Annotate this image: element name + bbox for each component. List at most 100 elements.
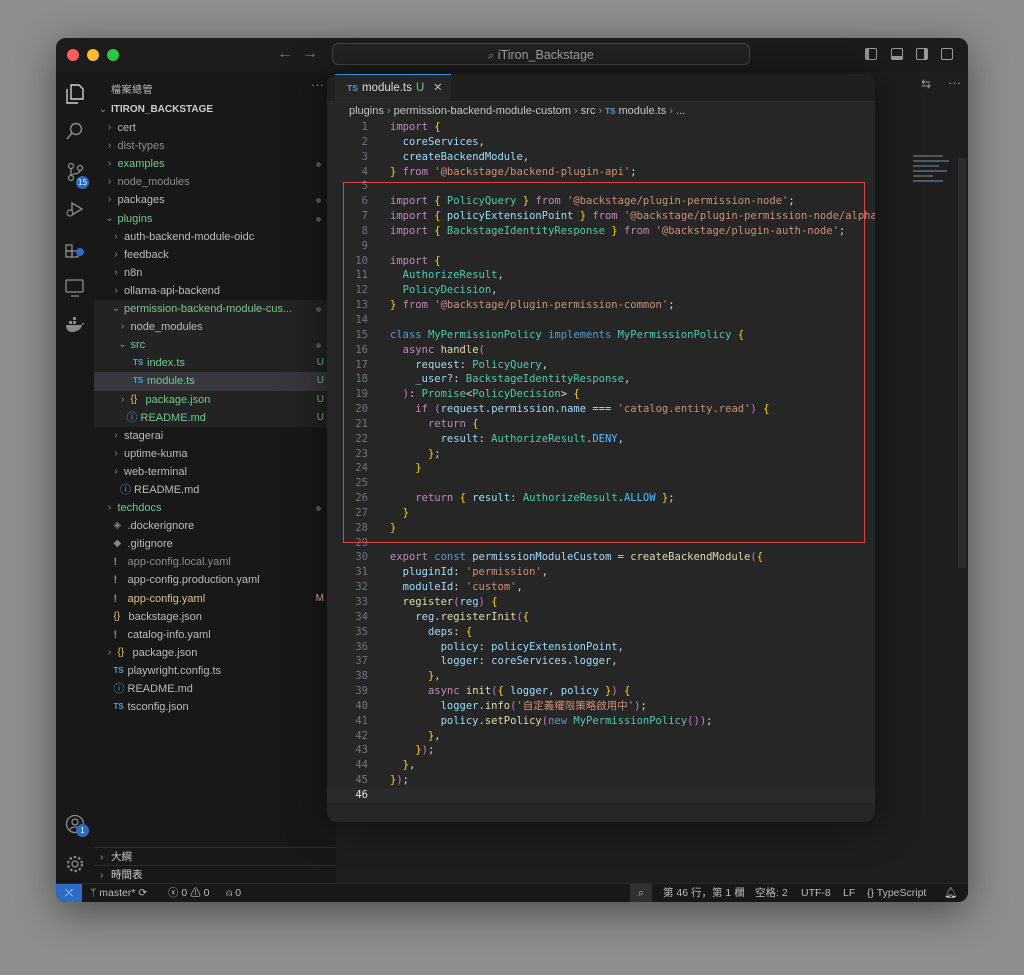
code-line[interactable]: 44 }, [327,758,875,773]
problems-status[interactable]: ⓧ 0 ⚠ 0 [168,884,209,902]
breadcrumb-plugins[interactable]: plugins [349,105,384,117]
forward-arrow-icon[interactable]: → [302,45,318,63]
breadcrumb-src[interactable]: src [581,105,596,117]
close-window-button[interactable] [67,49,79,61]
editor-more-actions-icon[interactable]: ··· [948,75,961,90]
code-line[interactable]: 22 result: AuthorizeResult.DENY, [327,432,875,447]
code-line[interactable]: 34 reg.registerInit({ [327,610,875,625]
code-line[interactable]: 2 coreServices, [327,135,875,150]
code-line[interactable]: 6 import { PolicyQuery } from '@backstage… [327,194,875,209]
code-line[interactable]: 38 }, [327,669,875,684]
file-item[interactable]: TS module.ts U [94,372,336,391]
settings-gear-icon[interactable] [65,854,85,874]
code-line[interactable]: 35 deps: { [327,625,875,640]
back-arrow-icon[interactable]: ← [277,45,293,63]
scrollbar[interactable] [958,158,966,568]
encoding[interactable]: UTF-8 [801,884,831,902]
code-line[interactable]: 39 async init({ logger, policy }) { [327,684,875,699]
zoom-icon[interactable]: ⌕ [630,884,652,902]
code-line[interactable]: 12 PolicyDecision, [327,283,875,298]
breadcrumb-symbol[interactable]: ... [676,105,685,117]
code-editor[interactable]: 1 import {2 coreServices, 3 createBackendM… [327,120,875,803]
code-line[interactable]: 13} from '@backstage/plugin-permission-c… [327,298,875,313]
code-line[interactable]: 42 }, [327,729,875,744]
file-item[interactable]: {} backstage.json [94,608,336,626]
folder-item[interactable]: › feedback [94,246,336,264]
code-line[interactable]: 5 [327,179,875,194]
toggle-primary-sidebar-icon[interactable] [865,48,877,60]
folder-item[interactable]: › examples [94,155,336,173]
file-item[interactable]: ◆ .gitignore [94,535,336,553]
command-center-search[interactable]: ⌕ iTiron_Backstage [332,43,750,65]
docker-icon[interactable] [65,317,85,337]
minimize-window-button[interactable] [87,49,99,61]
code-line[interactable]: 19 ): Promise<PolicyDecision> { [327,387,875,402]
folder-item[interactable]: › techdocs [94,499,336,517]
file-item[interactable]: ⓘ README.md [94,680,336,698]
tab-module-ts[interactable]: TS module.ts U ✕ [335,74,451,101]
language-mode[interactable]: {} TypeScript [867,884,926,902]
folder-item[interactable]: › node_modules [94,173,336,191]
code-line[interactable]: 23 }; [327,447,875,462]
code-line[interactable]: 7 import { policyExtensionPoint } from '@… [327,209,875,224]
code-line[interactable]: 46 [327,787,875,803]
code-line[interactable]: 30 export const permissionModuleCustom = … [327,550,875,565]
extensions-icon[interactable] [65,239,85,259]
folder-item[interactable]: › packages [94,191,336,209]
code-line[interactable]: 1 import { [327,120,875,135]
cursor-position[interactable]: 第 46 行，第 1 欄 [663,884,745,902]
code-line[interactable]: 20 if (request.permission.name === 'cata… [327,402,875,417]
explorer-icon[interactable] [65,84,85,104]
file-item[interactable]: ! catalog-info.yaml [94,626,336,644]
more-actions-icon[interactable]: ··· [311,77,324,92]
folder-item[interactable]: › cert [94,119,336,137]
folder-item[interactable]: › dist-types [94,137,336,155]
file-item[interactable]: ⓘ README.md U [94,408,336,427]
code-line[interactable]: 11 AuthorizeResult, [327,268,875,283]
folder-item[interactable]: › node_modules [94,318,336,337]
code-line[interactable]: 41 policy.setPolicy(new MyPermissionPoli… [327,714,875,729]
code-line[interactable]: 21 return { [327,417,875,432]
toggle-panel-icon[interactable] [891,48,903,60]
breadcrumb-module-folder[interactable]: permission-backend-module-custom [394,105,571,117]
code-line[interactable]: 24 } [327,461,875,476]
file-item[interactable]: ! app-config.yaml M [94,590,336,608]
search-icon[interactable] [65,122,85,142]
file-item[interactable]: ◈ .dockerignore [94,517,336,535]
branch-status[interactable]: ᛘ master* ⟳ [90,884,147,902]
code-line[interactable]: 15 class MyPermissionPolicy implements My… [327,328,875,343]
close-tab-icon[interactable]: ✕ [433,75,443,101]
code-line[interactable]: 33 register(reg) { [327,595,875,610]
folder-item[interactable]: › n8n [94,264,336,282]
open-changes-icon[interactable]: ⇆ [921,77,931,91]
workspace-root[interactable]: ⌄ ITIRON_BACKSTAGE [94,101,336,119]
code-line[interactable]: 26 return { result: AuthorizeResult.ALLO… [327,491,875,506]
customize-layout-icon[interactable] [941,48,953,60]
outline-section[interactable]: › 大綱 [94,847,336,866]
code-line[interactable]: 16 async handle( [327,343,875,358]
folder-item[interactable]: ⌄ src [94,336,336,355]
minimap[interactable] [913,152,953,202]
code-line[interactable]: 25 [327,476,875,491]
folder-item[interactable]: ⌄ plugins [94,210,336,228]
ports-status[interactable]: ⍝ 0 [226,884,241,902]
code-line[interactable]: 3 createBackendModule, [327,150,875,165]
folder-item[interactable]: › {} package.json [94,644,336,662]
folder-item[interactable]: › {} package.json U [94,390,336,409]
remote-explorer-icon[interactable] [65,279,85,299]
code-line[interactable]: 45}); [327,773,875,788]
code-line[interactable]: 9 [327,239,875,254]
toggle-secondary-sidebar-icon[interactable] [916,48,928,60]
file-item[interactable]: ! app-config.local.yaml [94,553,336,571]
code-line[interactable]: 36 policy: policyExtensionPoint, [327,640,875,655]
file-item[interactable]: TS playwright.config.ts [94,662,336,680]
code-line[interactable]: 18 _user?: BackstageIdentityResponse, [327,372,875,387]
end-of-line[interactable]: LF [843,884,855,902]
breadcrumb-file[interactable]: module.ts [619,105,667,117]
folder-item[interactable]: › uptime-kuma [94,445,336,463]
zoom-window-button[interactable] [107,49,119,61]
folder-item[interactable]: ⌄ permission-backend-module-cus... [94,300,336,319]
folder-item[interactable]: › web-terminal [94,463,336,481]
code-line[interactable]: 10 import { [327,254,875,269]
code-line[interactable]: 8 import { BackstageIdentityResponse } fr… [327,224,875,239]
